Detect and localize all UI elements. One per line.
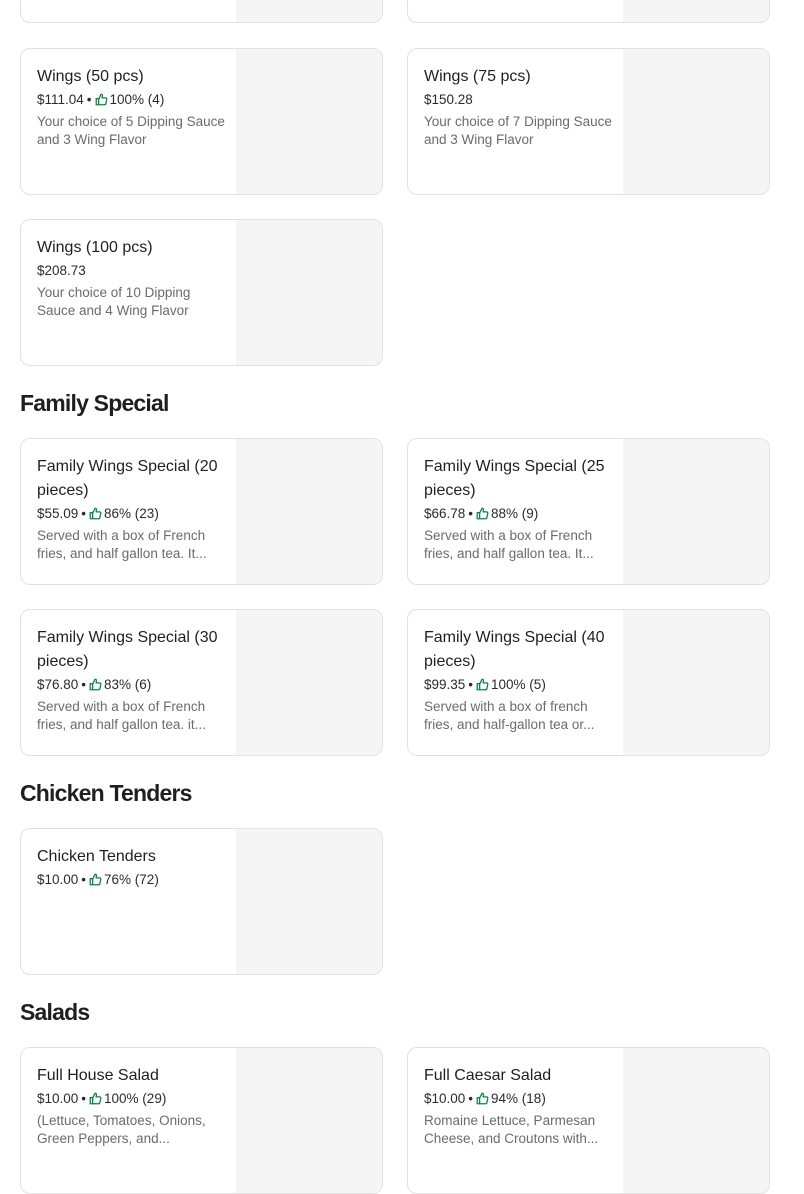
item-image-placeholder: [236, 220, 382, 365]
item-image-placeholder: [236, 0, 382, 22]
menu-item-card[interactable]: Full House Salad $10.00 • 100% (29) (Lettu…: [20, 1047, 383, 1194]
item-description: Romaine Lettuce, Parmesan Cheese, and Cr…: [424, 1113, 599, 1146]
section-title-salads: Salads: [20, 999, 90, 1025]
item-price: $99.35: [424, 677, 466, 692]
item-meta: $10.00 • 100% (29): [37, 1090, 227, 1108]
item-image-placeholder: [623, 1048, 769, 1193]
item-name: Family Wings Special (30 pieces): [37, 629, 218, 670]
menu-item-card[interactable]: Full Caesar Salad $10.00 • 94% (18) Romain…: [407, 1047, 770, 1194]
section-title-chicken-tenders: Chicken Tenders: [20, 780, 192, 806]
item-name: Family Wings Special (40 pieces): [424, 629, 605, 670]
separator-dot: •: [81, 872, 87, 887]
item-description: Served with a box of french fries, and h…: [424, 699, 595, 732]
thumbs-up-icon: [89, 678, 102, 691]
item-meta: $10.00 • 76% (72): [37, 871, 227, 889]
item-name: Family Wings Special (25 pieces): [424, 458, 605, 499]
item-image-placeholder: [623, 0, 769, 22]
item-description: Served with a box of French fries, and h…: [37, 528, 207, 561]
item-rating: 86% (23): [104, 506, 159, 521]
thumbs-up-icon: [476, 678, 489, 691]
separator-dot: •: [468, 677, 474, 692]
separator-dot: •: [81, 677, 87, 692]
thumbs-up-icon: [476, 1092, 489, 1105]
item-meta: $111.04 • 100% (4): [37, 91, 227, 109]
item-image-placeholder: [236, 829, 382, 974]
menu-item-card[interactable]: Family Wings Special (20 pieces) $55.09 •…: [20, 438, 383, 585]
item-price: $10.00: [37, 872, 79, 887]
item-rating: 83% (6): [104, 677, 152, 692]
menu-item-card-partial[interactable]: [407, 0, 770, 23]
menu-item-card[interactable]: Family Wings Special (25 pieces) $66.78 •…: [407, 438, 770, 585]
item-name: Chicken Tenders: [37, 848, 156, 865]
item-meta: $208.73: [37, 262, 227, 280]
item-description: Served with a box of French fries, and h…: [37, 699, 206, 732]
item-rating: 94% (18): [491, 1091, 546, 1106]
item-image-placeholder: [623, 439, 769, 584]
menu-item-card[interactable]: Family Wings Special (30 pieces) $76.80 •…: [20, 609, 383, 756]
item-image-placeholder: [623, 610, 769, 755]
item-description: Your choice of 10 Dipping Sauce and 4 Wi…: [37, 285, 191, 318]
separator-dot: •: [468, 506, 474, 521]
item-rating: 100% (29): [104, 1091, 167, 1106]
item-description: Your choice of 7 Dipping Sauce and 3 Win…: [424, 114, 612, 147]
item-meta: $55.09 • 86% (23): [37, 505, 227, 523]
item-price: $55.09: [37, 506, 79, 521]
thumbs-up-icon: [476, 507, 489, 520]
thumbs-up-icon: [89, 873, 102, 886]
item-price: $76.80: [37, 677, 79, 692]
item-rating: 76% (72): [104, 872, 159, 887]
item-image-placeholder: [623, 49, 769, 194]
item-price: $10.00: [424, 1091, 466, 1106]
item-price: $66.78: [424, 506, 466, 521]
menu-item-card-partial[interactable]: [20, 0, 383, 23]
item-price: $150.28: [424, 92, 473, 107]
item-rating: 100% (5): [491, 677, 546, 692]
item-image-placeholder: [236, 439, 382, 584]
item-image-placeholder: [236, 49, 382, 194]
thumbs-up-icon: [89, 1092, 102, 1105]
thumbs-up-icon: [89, 507, 102, 520]
item-image-placeholder: [236, 1048, 382, 1193]
item-meta: $10.00 • 94% (18): [424, 1090, 614, 1108]
item-rating: 88% (9): [491, 506, 539, 521]
item-meta: $99.35 • 100% (5): [424, 676, 614, 694]
thumbs-up-icon: [95, 93, 107, 106]
section-title-family-special: Family Special: [20, 390, 169, 416]
item-rating: 100% (4): [109, 92, 165, 107]
separator-dot: •: [86, 92, 92, 107]
item-meta: $66.78 • 88% (9): [424, 505, 614, 523]
item-price: $208.73: [37, 263, 86, 278]
item-name: Full House Salad: [37, 1067, 159, 1084]
separator-dot: •: [81, 1091, 87, 1106]
menu-item-card[interactable]: Wings (75 pcs) $150.28 Your choice of 7 …: [407, 48, 770, 195]
item-name: Family Wings Special (20 pieces): [37, 458, 218, 499]
menu-item-card[interactable]: Wings (100 pcs) $208.73 Your choice of 1…: [20, 219, 383, 366]
item-image-placeholder: [236, 610, 382, 755]
item-price: $10.00: [37, 1091, 79, 1106]
item-name: Full Caesar Salad: [424, 1067, 552, 1084]
item-description: Your choice of 5 Dipping Sauce and 3 Win…: [37, 114, 225, 147]
item-name: Wings (50 pcs): [37, 68, 144, 85]
menu-item-card[interactable]: Wings (50 pcs) $111.04 • 100% (4) Your cho…: [20, 48, 383, 195]
separator-dot: •: [468, 1091, 474, 1106]
separator-dot: •: [81, 506, 87, 521]
item-description: Served with a box of French fries, and h…: [424, 528, 594, 561]
menu-item-card[interactable]: Chicken Tenders $10.00 • 76% (72): [20, 828, 383, 975]
item-name: Wings (100 pcs): [37, 239, 153, 256]
item-name: Wings (75 pcs): [424, 68, 531, 85]
item-price: $111.04: [37, 92, 84, 107]
item-description: (Lettuce, Tomatoes, Onions, Green Pepper…: [37, 1113, 206, 1146]
menu-item-card[interactable]: Family Wings Special (40 pieces) $99.35 •…: [407, 609, 770, 756]
item-meta: $150.28: [424, 91, 614, 109]
item-meta: $76.80 • 83% (6): [37, 676, 227, 694]
